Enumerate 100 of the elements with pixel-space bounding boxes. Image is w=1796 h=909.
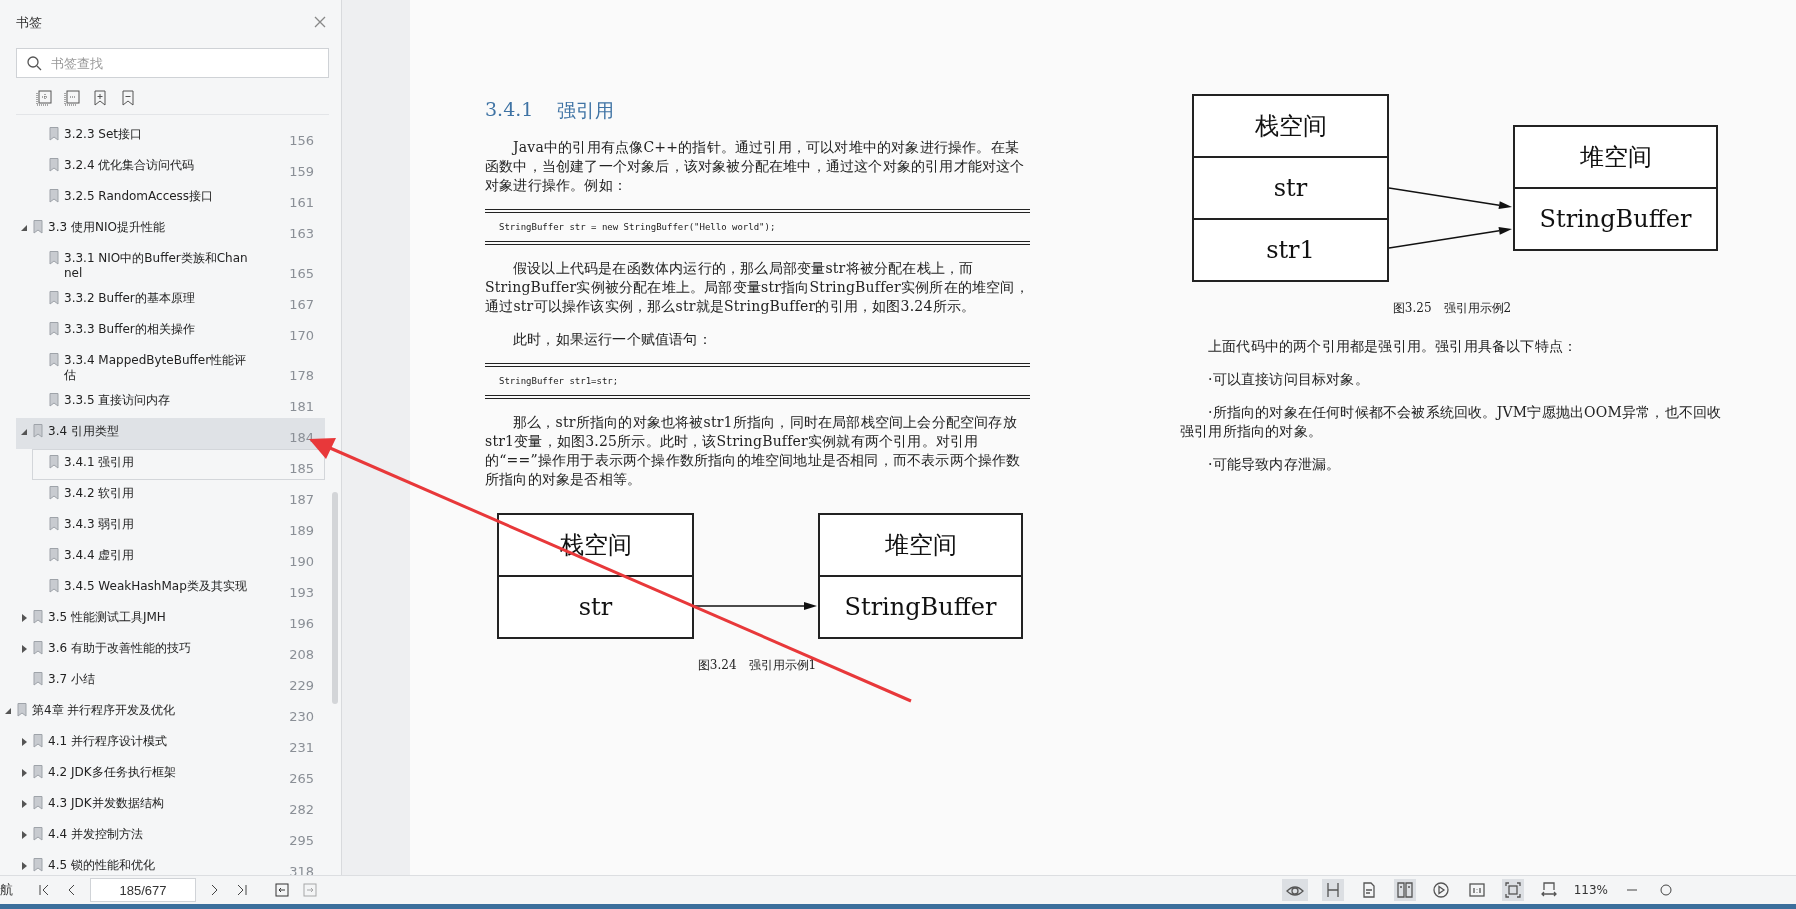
bookmark-item[interactable]: 3.3 使用NIO提升性能 163 [20,214,325,245]
page-number: 189 [289,523,314,538]
bookmark-item[interactable]: 3.4.4 虚引用 190 [36,542,325,573]
code-block: StringBuffer str1=str; [485,363,1030,399]
bookmark-icon [49,517,59,531]
bookmark-item[interactable]: 3.2.5 RandomAccess接口 161 [36,183,325,214]
bookmark-item[interactable]: 3.3.2 Buffer的基本原理 167 [36,285,325,316]
paragraph: 那么，str所指向的对象也将被str1所指向，同时在局部栈空间上会分配空间存放str1变量，如图3.25所示。此时，该StringBuffer实例就有两个引用。对引用的“==”操作用于表示两个操作数所指向的堆空间地址是否相同，而不表示两个操作数所指向的对象是否相等。 [485,413,1022,489]
variable-cell: str [1194,156,1387,218]
page-number: 190 [289,554,314,569]
collapsed-triangle-icon[interactable] [21,862,28,870]
section-number: 3.4.1 [485,98,534,122]
page-number: 295 [289,833,314,848]
bookmark-item[interactable]: 第4章 并行程序开发及优化 230 [4,697,325,728]
page-number: 161 [289,195,314,210]
bookmark-item[interactable]: 4.3 JDK并发数据结构 282 [20,790,325,821]
bookmark-item[interactable]: 3.4.3 弱引用 189 [36,511,325,542]
bookmark-icon [17,703,27,717]
bookmark-item[interactable]: 3.4.1 强引用 185 [32,449,325,480]
bookmark-title: 3.3.5 直接访问内存 [64,393,172,408]
bookmark-title: 3.5 性能测试工具JMH [48,610,167,625]
paragraph: ·可能导致内存泄漏。 [1207,455,1342,474]
paragraph: 假设以上代码是在函数体内运行的，那么局部变量str将被分配在栈上，而StringBuffer实例被分配在堆上。局部变量str指向StringBuffer实例所在的堆空间，通过str可以操作该实例，那么str就是StringBuffer的引用，如图3.24所示。 [485,259,1030,316]
bookmark-icon [49,189,59,203]
zoom-in-icon [1659,883,1673,897]
bookmark-item[interactable]: 4.1 并行程序设计模式 231 [20,728,325,759]
bookmark-icon [49,291,59,305]
add-bookmark-button[interactable] [92,90,108,106]
object-cell: StringBuffer [820,575,1021,637]
bookmark-item[interactable]: 3.3.1 NIO中的Buffer类族和Channel 165 [36,245,325,285]
play-icon [1432,882,1449,898]
bookmark-item[interactable]: 3.6 有助于改善性能的技巧 208 [20,635,325,666]
fit-width-icon [1540,882,1557,898]
bookmark-item[interactable]: 3.7 小结 229 [20,666,325,697]
bookmark-title: 4.1 并行程序设计模式 [48,734,168,749]
bookmark-icon [49,579,59,593]
bookmark-item[interactable]: 4.4 并发控制方法 295 [20,821,325,852]
bookmark-icon [33,796,43,810]
bookmark-icon [33,641,43,655]
page-number: 165 [289,266,314,281]
figure-caption: 图3.24 强引用示例1 [696,657,818,674]
search-icon [26,55,42,71]
page-number: 229 [289,678,314,693]
bookmark-title: 3.4.2 软引用 [64,486,136,501]
view-mode-button[interactable] [1393,879,1416,901]
view-mode-button[interactable] [1281,879,1308,901]
bookmark-icon [33,672,43,686]
bookmark-icon [49,548,59,562]
expanded-triangle-icon[interactable] [5,707,12,715]
box-title: 堆空间 [1578,142,1653,173]
bookmark-title: 3.4 引用类型 [48,424,120,439]
page-number: 208 [289,647,314,662]
collapsed-triangle-icon[interactable] [21,769,28,777]
view-mode-button[interactable] [1501,879,1524,901]
remove-bookmark-button[interactable] [120,90,136,106]
bookmark-title: 3.3.3 Buffer的相关操作 [64,322,196,337]
code-block: StringBuffer str = new StringBuffer("Hello world"); [485,209,1030,245]
page-number-field[interactable]: 185/677 [90,878,196,902]
bookmark-item[interactable]: 3.4.2 软引用 187 [36,480,325,511]
bookmark-item[interactable]: 3.3.4 MappedByteBuffer性能评估 178 [36,347,325,387]
page-number: 231 [289,740,314,755]
bookmark-title: 3.6 有助于改善性能的技巧 [48,641,192,656]
bookmark-title: 4.5 锁的性能和优化 [48,858,156,873]
bookmark-item[interactable]: 3.2.3 Set接口 156 [36,121,325,152]
page-gap-icon [1324,882,1341,898]
last-page-icon [235,883,249,897]
bookmark-item[interactable]: 3.3.3 Buffer的相关操作 170 [36,316,325,347]
view-mode-button[interactable] [1321,879,1344,901]
bookmark-title: 4.4 并发控制方法 [48,827,144,842]
bookmark-item[interactable]: 3.4.5 WeakHashMap类及其实现 193 [36,573,325,604]
page-number: 187 [289,492,314,507]
bookmark-item[interactable]: 3.5 性能测试工具JMH 196 [20,604,325,635]
bookmark-title: 第4章 并行程序开发及优化 [32,703,177,718]
bookmark-title: 3.3.4 MappedByteBuffer性能评估 [64,353,248,383]
bookmark-item[interactable]: 3.2.4 优化集合访问代码 159 [36,152,325,183]
scrollbar-thumb[interactable] [332,492,338,704]
bookmark-icon [33,765,43,779]
zoom-level: 113% [1573,883,1608,897]
bookmark-icon [33,858,43,872]
bookmark-item[interactable]: 3.3.5 直接访问内存 181 [36,387,325,418]
collapsed-triangle-icon[interactable] [21,645,28,653]
collapsed-triangle-icon[interactable] [21,614,28,622]
bookmark-title: 4.3 JDK并发数据结构 [48,796,165,811]
paragraph: ·可以直接访问目标对象。 [1207,370,1370,389]
collapsed-triangle-icon[interactable] [21,831,28,839]
page-number: 167 [289,297,314,312]
fit-page-icon [1504,882,1521,898]
search-field[interactable]: 书签查找 [16,48,329,78]
page-number: 181 [289,399,314,414]
expanded-triangle-icon[interactable] [21,428,28,436]
bookmark-title: 3.2.5 RandomAccess接口 [64,189,215,204]
collapsed-triangle-icon[interactable] [21,800,28,808]
expanded-triangle-icon[interactable] [21,224,28,232]
bookmark-title: 3.2.3 Set接口 [64,127,144,142]
bookmark-icon [49,322,59,336]
collapsed-triangle-icon[interactable] [21,738,28,746]
bookmark-item[interactable]: 4.2 JDK多任务执行框架 265 [20,759,325,790]
page-number: 185 [289,461,314,476]
back-button[interactable] [272,880,292,900]
paragraph: 上面代码中的两个引用都是强引用。强引用具备以下特点： [1207,337,1579,356]
